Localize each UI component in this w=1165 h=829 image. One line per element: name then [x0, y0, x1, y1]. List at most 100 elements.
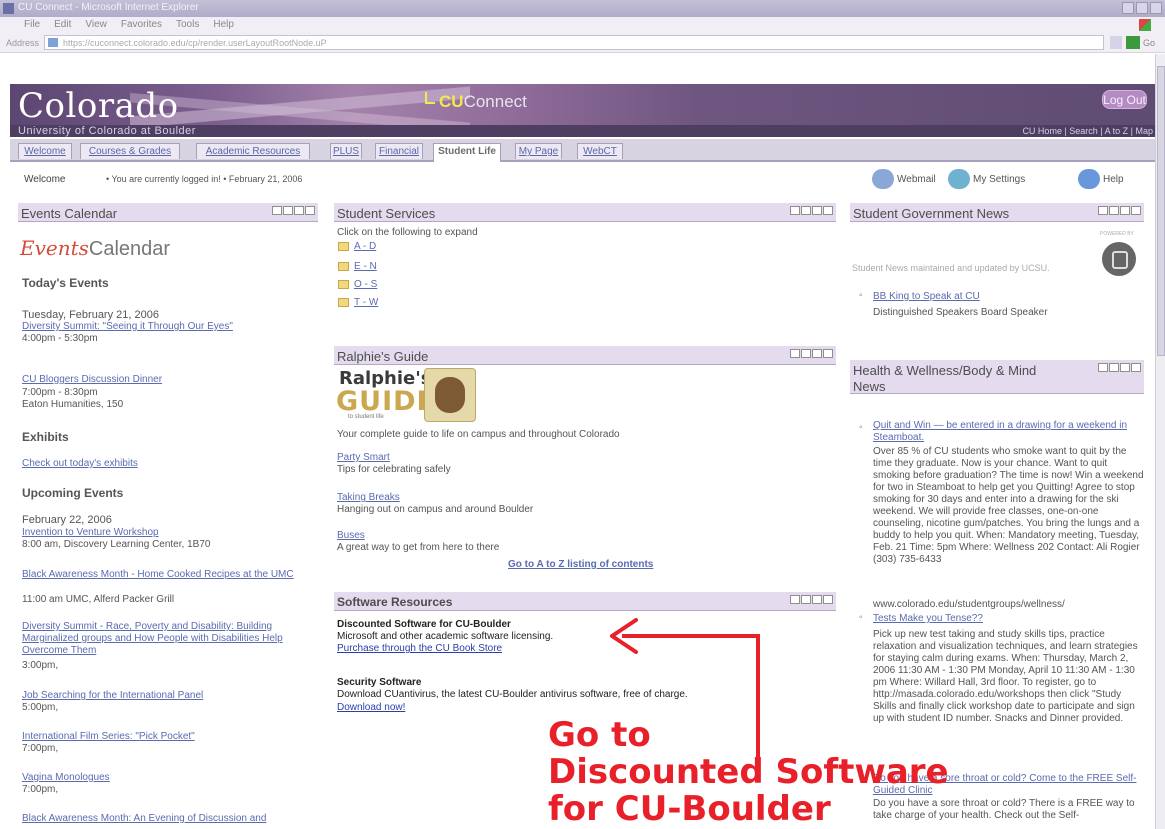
event-link[interactable]: Black Awareness Month - Home Cooked Reci…: [22, 569, 307, 581]
ralphies-guide-title: Ralphie's Guide: [337, 349, 429, 364]
maximize-icon[interactable]: [1136, 2, 1148, 14]
help-small-icon[interactable]: [1109, 363, 1119, 372]
close-portlet-icon[interactable]: [305, 206, 315, 215]
discounted-software-heading: Discounted Software for CU-Boulder: [337, 619, 511, 630]
url-input[interactable]: https://cuconnect.colorado.edu/cp/render…: [44, 35, 1104, 50]
tab-courses-grades[interactable]: Courses & Grades: [80, 143, 180, 159]
close-portlet-icon[interactable]: [823, 595, 833, 604]
annotation-line-1: Go to: [548, 715, 651, 755]
close-portlet-icon[interactable]: [1131, 206, 1141, 215]
tests-tense-link[interactable]: Tests Make you Tense??: [873, 613, 983, 624]
edit-icon[interactable]: [790, 206, 800, 215]
ralphie-tagline: Your complete guide to life on campus an…: [337, 429, 620, 440]
edit-icon[interactable]: [272, 206, 282, 215]
help-label: Help: [1103, 173, 1124, 185]
a-to-z-link[interactable]: Go to A to Z listing of contents: [508, 559, 653, 570]
help-link[interactable]: Help: [1078, 169, 1124, 189]
exhibits-heading: Exhibits: [22, 430, 69, 444]
sg-news-desc: Distinguished Speakers Board Speaker: [873, 307, 1048, 318]
site-links[interactable]: CU Home | Search | A to Z | Map: [1022, 126, 1153, 136]
minimize-portlet-icon[interactable]: [812, 349, 822, 358]
settings-icon: [948, 169, 970, 189]
event-link[interactable]: Diversity Summit: "Seeing it Through Our…: [22, 321, 233, 332]
event-link[interactable]: CU Bloggers Discussion Dinner: [22, 374, 162, 385]
menu-tools[interactable]: Tools: [176, 19, 199, 33]
login-status: • You are currently logged in! • Februar…: [106, 174, 303, 184]
services-folder-o-s[interactable]: O - S: [354, 279, 377, 290]
vertical-scrollbar[interactable]: [1155, 54, 1165, 829]
annotation-text: Go to Discounted Software for CU-Boulder: [548, 717, 949, 828]
help-small-icon[interactable]: [801, 349, 811, 358]
services-folder-t-w[interactable]: T - W: [354, 297, 378, 308]
event-link[interactable]: Diversity Summit - Race, Poverty and Dis…: [22, 621, 312, 657]
close-portlet-icon[interactable]: [1131, 363, 1141, 372]
minimize-portlet-icon[interactable]: [294, 206, 304, 215]
portlet-controls: [790, 595, 833, 604]
party-smart-link[interactable]: Party Smart: [337, 452, 390, 463]
help-small-icon[interactable]: [283, 206, 293, 215]
services-folder-a-d[interactable]: A - D: [354, 241, 376, 252]
ucsu-logo: [1102, 242, 1136, 276]
page-icon: [48, 38, 58, 47]
edit-icon[interactable]: [790, 349, 800, 358]
minimize-icon[interactable]: [1122, 2, 1134, 14]
tab-student-life[interactable]: Student Life: [433, 143, 501, 162]
help-small-icon[interactable]: [801, 595, 811, 604]
webmail-link[interactable]: Webmail: [872, 169, 936, 189]
taking-breaks-link[interactable]: Taking Breaks: [337, 492, 400, 503]
event-link[interactable]: Vagina Monologues: [22, 772, 110, 783]
address-dropdown-icon[interactable]: [1110, 36, 1122, 49]
menu-edit[interactable]: Edit: [54, 19, 71, 33]
my-settings-link[interactable]: My Settings: [948, 169, 1025, 189]
tab-plus[interactable]: PLUS: [330, 143, 362, 159]
help-small-icon[interactable]: [801, 206, 811, 215]
university-name: University of Colorado at Boulder: [18, 125, 196, 137]
event-link[interactable]: International Film Series: "Pick Pocket": [22, 731, 195, 742]
download-now-link[interactable]: Download now!: [337, 702, 405, 713]
tab-academic-resources[interactable]: Academic Resources: [196, 143, 310, 159]
services-folder-e-n[interactable]: E - N: [354, 261, 377, 272]
exhibits-link[interactable]: Check out today's exhibits: [22, 458, 138, 469]
menu-bar: File Edit View Favorites Tools Help: [0, 17, 1165, 33]
edit-icon[interactable]: [790, 595, 800, 604]
health-wellness-header: Health & Wellness/Body & Mind News: [850, 360, 1144, 394]
event-link[interactable]: Black Awareness Month: An Evening of Dis…: [22, 813, 266, 824]
purchase-link[interactable]: Purchase through the CU Book Store: [337, 643, 502, 654]
menu-view[interactable]: View: [85, 19, 107, 33]
quit-and-win-link[interactable]: Quit and Win — be entered in a drawing f…: [873, 420, 1133, 444]
portlet-controls: [272, 206, 315, 215]
minimize-portlet-icon[interactable]: [812, 206, 822, 215]
close-icon[interactable]: [1150, 2, 1162, 14]
taking-breaks-desc: Hanging out on campus and around Boulder: [337, 504, 534, 515]
security-software-heading: Security Software: [337, 677, 422, 688]
close-portlet-icon[interactable]: [823, 349, 833, 358]
minimize-portlet-icon[interactable]: [812, 595, 822, 604]
ralphies-guide-header: Ralphie's Guide: [334, 346, 836, 365]
go-arrow-icon[interactable]: [1126, 36, 1140, 49]
help-small-icon[interactable]: [1109, 206, 1119, 215]
minimize-portlet-icon[interactable]: [1120, 206, 1130, 215]
tab-my-page[interactable]: My Page: [515, 143, 562, 159]
event-link[interactable]: Job Searching for the International Pane…: [22, 690, 203, 701]
minimize-portlet-icon[interactable]: [1120, 363, 1130, 372]
upcoming-date: February 22, 2006: [22, 514, 112, 526]
tab-welcome[interactable]: Welcome: [18, 143, 72, 159]
event-time: 5:00pm,: [22, 702, 59, 713]
colorado-logo[interactable]: Colorado: [18, 86, 179, 126]
edit-icon[interactable]: [1098, 363, 1108, 372]
bracket-icon: [425, 92, 435, 104]
sg-news-link[interactable]: BB King to Speak at CU: [873, 291, 980, 302]
tab-financial[interactable]: Financial: [375, 143, 423, 159]
tab-webct[interactable]: WebCT: [577, 143, 623, 159]
menu-help[interactable]: Help: [213, 19, 234, 33]
event-link[interactable]: Invention to Venture Workshop: [22, 527, 159, 538]
edit-icon[interactable]: [1098, 206, 1108, 215]
close-portlet-icon[interactable]: [823, 206, 833, 215]
scrollbar-thumb[interactable]: [1157, 66, 1165, 356]
bullet-icon: ◦: [859, 612, 863, 623]
menu-file[interactable]: File: [24, 19, 40, 33]
menu-favorites[interactable]: Favorites: [121, 19, 162, 33]
buses-link[interactable]: Buses: [337, 530, 365, 541]
go-button[interactable]: Go: [1143, 38, 1155, 48]
logout-button[interactable]: Log Out: [1102, 90, 1147, 109]
